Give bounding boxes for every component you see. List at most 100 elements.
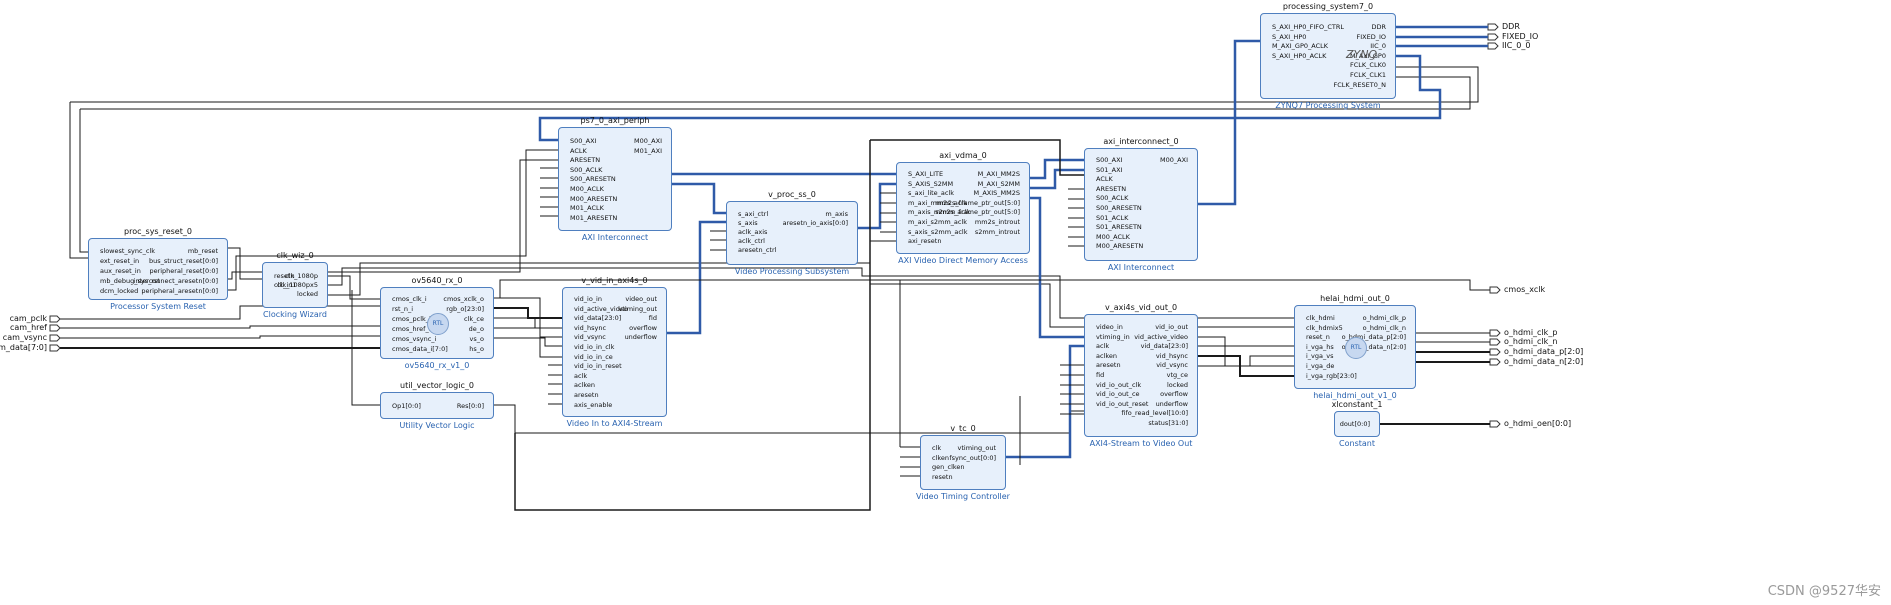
pin-label: gen_clken (932, 463, 965, 472)
pin-label: vtiming_out (957, 444, 996, 452)
pin-label: s_axis (738, 219, 758, 227)
block-instance-name: clk_wiz_0 (276, 251, 314, 260)
output-port[interactable] (1489, 348, 1501, 356)
net-wire (69, 102, 88, 259)
input-port[interactable] (49, 324, 61, 332)
pin-label: vtg_ce (1166, 371, 1188, 379)
pin-label: M_AXI_S2MM (977, 179, 1020, 188)
pin-label: mb_reset (187, 247, 218, 255)
pin-label: S00_ACLK (1096, 194, 1129, 203)
input-port[interactable] (49, 344, 61, 352)
net-wire (494, 307, 562, 319)
pin-label: underflow (624, 333, 657, 342)
block-instance-name: v_proc_ss_0 (768, 190, 816, 199)
block-label: Video Processing Subsystem (734, 267, 850, 276)
pin-label: aresetn (1096, 361, 1121, 370)
pin-label: mm2s_introut (974, 218, 1020, 226)
output-port[interactable] (1489, 420, 1501, 428)
pin-label: vid_data[23:0] (1140, 342, 1188, 351)
pin-label: aresetn_io_axis[0:0] (782, 219, 848, 227)
output-port[interactable] (1487, 42, 1499, 50)
pin-label: aclk_ctrl (738, 237, 765, 245)
input-port[interactable] (49, 334, 61, 342)
pin-label: aclken (574, 381, 596, 390)
external-port-label: cam_vsync (2, 333, 47, 342)
pin-label: s2mm_introut (974, 227, 1020, 236)
pin-label: S01_ARESETN (1096, 223, 1142, 232)
pin-label: vtiming_out (618, 304, 657, 313)
pin-label: S00_ARESETN (1096, 204, 1142, 212)
pin-label: S00_AXI (570, 137, 597, 145)
block-instance-name: processing_system7_0 (1282, 2, 1374, 11)
pin-label: cmos_href_i (392, 325, 431, 333)
input-port[interactable] (49, 315, 61, 323)
pin-label: fsync_out[0:0] (949, 453, 996, 462)
block-design-canvas[interactable]: proc_sys_reset_0 Processor System Reset sl… (0, 0, 1891, 605)
pin-label: overflow (1160, 390, 1188, 399)
pin-label: clk (932, 444, 942, 452)
block-instance-name: ps7_0_axi_periph (580, 116, 650, 125)
net-wire (328, 275, 380, 300)
pin-label: s2mm_frame_ptr_out[5:0] (935, 208, 1020, 217)
net-wire (60, 305, 380, 320)
pin-label: video_out (625, 295, 657, 303)
pin-label: vid_io_in (574, 295, 602, 303)
pin-label: vid_io_out (1155, 323, 1188, 331)
pin-label: o_hdmi_clk_p (1362, 314, 1406, 322)
external-port-label: DDR (1502, 22, 1520, 31)
pin-label: ARESETN (1096, 184, 1127, 193)
external-port-label: o_hdmi_data_p[2:0] (1504, 347, 1584, 356)
pin-label: vid_io_out_clk (1096, 380, 1142, 389)
rtl-badge-icon: RTL (1345, 337, 1367, 359)
pin-label: rgb_o[23:0] (446, 305, 484, 313)
block-label: AXI Interconnect (581, 233, 649, 242)
block-label: AXI4-Stream to Video Out (1089, 439, 1193, 448)
pin-label: fifo_read_level[10:0] (1121, 409, 1188, 418)
pin-label: Res[0:0] (456, 402, 484, 410)
output-port[interactable] (1487, 33, 1499, 41)
output-port[interactable] (1489, 338, 1501, 346)
output-port[interactable] (1489, 329, 1501, 337)
external-port-label: o_hdmi_data_n[2:0] (1504, 357, 1584, 366)
pin-label: i_vga_hs (1306, 342, 1334, 351)
pin-label: aresetn (574, 391, 599, 399)
output-port[interactable] (1487, 23, 1499, 31)
pin-label: aclk (574, 371, 588, 380)
pin-label: clk_ce (464, 315, 484, 323)
pin-label: M01_AXI (634, 146, 662, 155)
pin-label: M00_AXI (634, 137, 662, 145)
pin-label: i_vga_de (1306, 362, 1335, 370)
pin-label: locked (296, 290, 318, 298)
pin-label: i_vga_rgb[23:0] (1306, 371, 1357, 380)
block-instance-name: helai_hdmi_out_0 (1320, 294, 1390, 303)
block-label: ov5640_rx_v1_0 (404, 361, 470, 370)
pin-label: M01_ACLK (570, 204, 604, 213)
pin-label: vs_o (469, 335, 484, 343)
net-wire (667, 220, 726, 335)
net-wire (60, 325, 380, 329)
pin-label: cmos_xclk_o (443, 295, 484, 303)
pin-label: M_AXI_MM2S (977, 170, 1020, 178)
output-port[interactable] (1489, 286, 1501, 294)
pin-label: M00_ACLK (1096, 232, 1130, 241)
block-label: Constant (1339, 439, 1375, 448)
pin-label: cmos_pclk_i (392, 315, 431, 323)
pin-label: vid_io_in_ce (574, 352, 613, 361)
pin-label: ARESETN (570, 156, 601, 165)
pin-label: S00_ACLK (570, 165, 603, 174)
output-port[interactable] (1489, 358, 1501, 366)
pin-label: M_AXIS_MM2S (973, 189, 1020, 198)
pin-label: slowest_sync_clk (100, 247, 155, 255)
pin-label: ext_reset_in (100, 257, 140, 265)
pin-label: mm2s_frame_ptr_out[5:0] (935, 198, 1020, 207)
net-wire (79, 109, 88, 253)
pin-label: overflow (629, 323, 657, 332)
pin-label: M_AXI_GP0_ACLK (1272, 42, 1329, 51)
pin-label: axis_enable (574, 400, 613, 409)
pin-label: M00_ACLK (570, 185, 604, 193)
pin-label: M00_ARESETN (570, 194, 618, 203)
pin-label: peripheral_reset[0:0] (149, 267, 218, 275)
watermark: CSDN @9527华安 (1767, 584, 1881, 599)
net-wire (1198, 355, 1294, 367)
pin-label: S_AXIS_S2MM (908, 179, 954, 188)
